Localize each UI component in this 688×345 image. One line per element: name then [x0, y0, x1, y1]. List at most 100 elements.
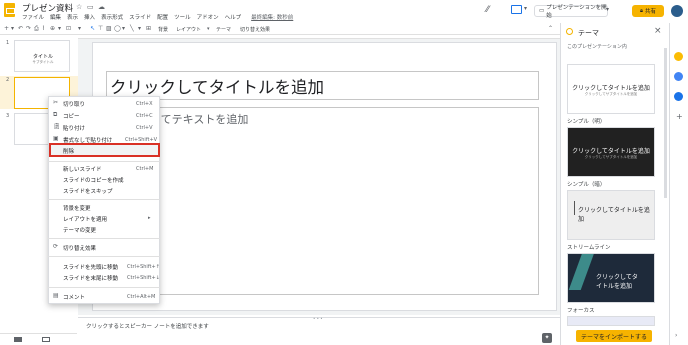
paste-icon: 📋︎ — [53, 123, 61, 130]
notes-resize-handle[interactable]: • • • — [313, 316, 323, 321]
menu-format[interactable]: 表示形式 — [101, 13, 123, 21]
present-options-chevron-icon[interactable]: ▾ — [606, 6, 609, 13]
fit-icon[interactable]: ⊡ — [66, 25, 71, 32]
print-icon[interactable]: ⎙ — [34, 25, 39, 33]
cloud-status-icon: ☁ — [98, 3, 105, 11]
menu-slide[interactable]: スライド — [129, 13, 151, 21]
menu-help[interactable]: ヘルプ — [225, 13, 242, 21]
menu-edit[interactable]: 編集 — [50, 13, 61, 21]
last-edit-link[interactable]: 最終編集: 数秒前 — [251, 13, 293, 21]
theme-card-focus[interactable]: クリックしてタイトルを追加 — [567, 253, 655, 303]
list-view-icon[interactable] — [42, 337, 50, 342]
menu-item-new-slide[interactable]: 新しいスライド — [63, 165, 102, 173]
shape-chevron-icon[interactable]: ▾ — [122, 25, 125, 32]
menu-item-duplicate-slide[interactable]: スライドのコピーを作成 — [63, 176, 124, 184]
toolbar-layout-button[interactable]: レイアウト — [176, 26, 201, 33]
slide-number: 2 — [6, 77, 10, 83]
body-placeholder-box[interactable] — [106, 107, 539, 295]
activity-trend-icon[interactable]: ⁄⁄ — [486, 5, 489, 15]
copy-icon: ⧉ — [53, 111, 58, 118]
slide-thumbnail-1[interactable]: タイトル サブタイトル — [14, 40, 70, 72]
theme-panel-scrollbar[interactable] — [664, 48, 667, 198]
text-box-icon[interactable]: ⊤ — [98, 25, 103, 32]
undo-icon[interactable]: ↶ — [18, 25, 23, 32]
speaker-notes-placeholder: クリックするとスピーカー ノートを追加できます — [86, 324, 209, 330]
keep-icon[interactable] — [674, 52, 683, 61]
add-addon-icon[interactable]: + — [676, 112, 683, 121]
select-cursor-icon[interactable]: ↖ — [90, 25, 95, 32]
menu-arrange[interactable]: 配置 — [157, 13, 168, 21]
menu-item-transition[interactable]: 切り替え効果 — [63, 244, 96, 252]
menu-item-delete[interactable]: 削除 — [63, 147, 74, 155]
theme-card-simple-light[interactable]: クリックしてタイトルを追加 クリックしてサブタイトルを追加 — [567, 64, 655, 114]
comment-history-icon[interactable] — [511, 5, 522, 14]
chevron-down-icon[interactable]: ▾ — [524, 5, 527, 12]
shortcut-cut: Ctrl+X — [136, 101, 153, 107]
theme-card-title: クリックしてタイトルを追加 — [596, 274, 638, 290]
toolbar-theme-button[interactable]: テーマ — [216, 26, 231, 33]
move-folder-icon[interactable]: ▭ — [87, 3, 94, 11]
toolbar-background-button[interactable]: 背景 — [158, 26, 168, 33]
layout-chevron-icon[interactable]: ▾ — [207, 26, 210, 32]
toolbar — [0, 23, 560, 35]
paste-plain-icon: ▣ — [53, 135, 59, 142]
menu-item-apply-layout[interactable]: レイアウトを適用 — [63, 215, 107, 223]
share-button[interactable]: 🔒︎ 共有 — [632, 5, 664, 17]
zoom-icon[interactable]: ⊕ — [50, 25, 55, 32]
theme-card-next[interactable] — [567, 316, 655, 326]
fit-chevron-icon[interactable]: ▾ — [78, 25, 81, 32]
explore-icon[interactable]: ✦ — [542, 333, 552, 343]
present-button[interactable]: ▭ プレゼンテーションを開始 — [534, 5, 608, 19]
image-icon[interactable]: ▨ — [106, 25, 112, 32]
menu-addons[interactable]: アドオン — [197, 13, 219, 21]
menu-file[interactable]: ファイル — [22, 13, 44, 21]
toolbar-transition-button[interactable]: 切り替え効果 — [240, 26, 270, 33]
menu-item-copy[interactable]: コピー — [63, 112, 80, 120]
shortcut-copy: Ctrl+C — [136, 113, 153, 119]
menu-item-move-to-top[interactable]: スライドを先頭に移動 — [63, 263, 118, 271]
collapse-panel-icon[interactable]: › — [675, 332, 677, 339]
slides-logo[interactable] — [4, 3, 15, 17]
slide-number: 1 — [6, 40, 10, 46]
avatar[interactable] — [671, 5, 683, 17]
theme-card-subtitle: クリックしてサブタイトルを追加 — [584, 92, 638, 96]
close-icon[interactable]: × — [654, 26, 662, 36]
theme-card-simple-dark[interactable]: クリックしてタイトルを追加 クリックしてサブタイトルを追加 — [567, 127, 655, 177]
menu-item-change-theme[interactable]: テーマの変更 — [63, 226, 96, 234]
comment-add-icon[interactable]: ⊞ — [146, 25, 151, 32]
calendar-icon[interactable] — [674, 92, 683, 101]
tasks-icon[interactable] — [674, 72, 683, 81]
paint-format-icon[interactable]: ⌇ — [42, 25, 45, 32]
theme-card-streamline[interactable]: クリックしてタイトルを追加 — [567, 190, 655, 240]
redo-icon[interactable]: ↷ — [26, 25, 31, 32]
theme-card-title: クリックしてタイトルを追加 — [572, 148, 650, 155]
menu-item-cut[interactable]: 切り取り — [63, 100, 85, 108]
line-icon[interactable]: ╲ — [130, 25, 134, 32]
theme-name: シンプル（明） — [567, 119, 606, 125]
body-placeholder-text: してテキストを追加 — [150, 113, 249, 126]
star-icon[interactable]: ☆ — [76, 3, 82, 11]
line-chevron-icon[interactable]: ▾ — [138, 25, 141, 32]
grid-view-icon[interactable] — [14, 337, 22, 342]
menu-insert[interactable]: 挿入 — [84, 13, 95, 21]
thumbnail-title: タイトル — [32, 54, 53, 60]
comment-icon: ▤ — [53, 292, 59, 299]
menu-item-move-to-end[interactable]: スライドを末尾に移動 — [63, 274, 118, 282]
menu-item-skip-slide[interactable]: スライドをスキップ — [63, 187, 113, 195]
menu-tools[interactable]: ツール — [174, 13, 191, 21]
new-slide-chevron-icon[interactable]: ▾ — [11, 25, 14, 32]
menu-item-paste[interactable]: 貼り付け — [63, 124, 85, 132]
menu-item-change-background[interactable]: 背景を変更 — [63, 204, 91, 212]
collapse-toolbar-icon[interactable]: ⌃ — [548, 25, 553, 32]
menu-view[interactable]: 表示 — [67, 13, 78, 21]
zoom-chevron-icon[interactable]: ▾ — [58, 25, 61, 32]
shortcut-move-top: Ctrl+Shift+↑ — [127, 264, 160, 270]
new-slide-icon[interactable]: + — [4, 25, 9, 32]
present-label: プレゼンテーションを開始 — [546, 5, 607, 19]
cut-icon: ✂ — [53, 99, 59, 106]
shape-icon[interactable]: ◯ — [114, 25, 121, 32]
theme-card-subtitle: クリックしてサブタイトルを追加 — [584, 155, 638, 159]
import-theme-button[interactable]: テーマをインポートする — [576, 330, 652, 342]
menu-item-comment[interactable]: コメント — [63, 293, 85, 301]
menu-bar: ファイル 編集 表示 挿入 表示形式 スライド 配置 ツール アドオン ヘルプ … — [22, 13, 293, 21]
